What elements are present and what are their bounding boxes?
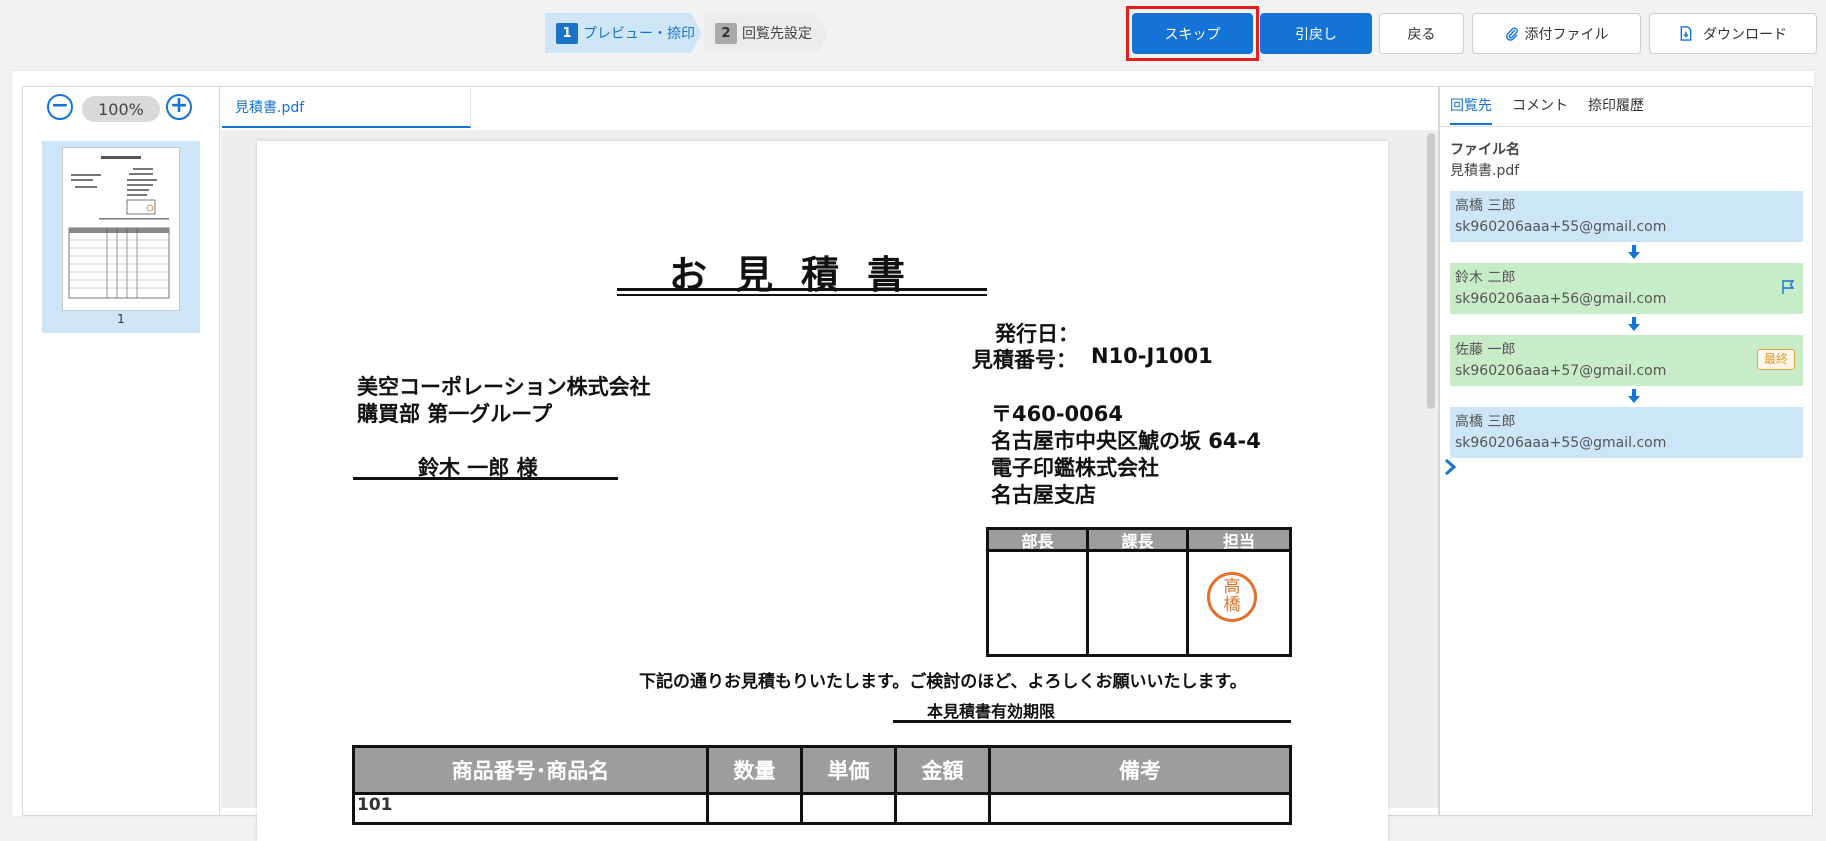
column-header-amount: 金額 <box>897 748 991 795</box>
estimate-number: N10-J1001 <box>1091 344 1213 368</box>
route-item[interactable]: 高橋 三郎 sk960206aaa+55@gmail.com <box>1450 191 1803 242</box>
file-name-value: 見積書.pdf <box>1450 163 1520 179</box>
table-cell <box>991 795 1289 822</box>
seal-stamp: 高 橋 <box>1207 572 1257 622</box>
page-thumbnail[interactable]: 1 <box>42 141 200 333</box>
title-underline-2 <box>617 294 987 296</box>
download-button[interactable]: ダウンロード <box>1649 13 1817 54</box>
table-cell <box>803 795 897 822</box>
seal-char: 橋 <box>1223 595 1241 615</box>
route-user-email: sk960206aaa+55@gmail.com <box>1455 435 1667 451</box>
arrow-down-icon <box>1626 388 1642 404</box>
step-label: 回覧先設定 <box>742 26 812 42</box>
table-cell: 101 <box>355 795 709 822</box>
route-user-email: sk960206aaa+57@gmail.com <box>1455 363 1667 379</box>
zoom-out-button[interactable]: − <box>47 94 73 120</box>
stamp-header-section-chief: 課長 <box>1089 530 1189 552</box>
minus-circle-icon: − <box>50 92 70 118</box>
zoom-in-button[interactable]: + <box>166 94 192 120</box>
validity-label: 本見積書有効期限 <box>927 702 1056 721</box>
column-header-item: 商品番号･商品名 <box>355 748 709 795</box>
stamp-header-person-in-charge: 担当 <box>1189 530 1289 552</box>
tab-stamp-history[interactable]: 捺印履歴 <box>1588 95 1644 123</box>
issuer-branch: 名古屋支店 <box>991 483 1096 507</box>
column-header-remarks: 備考 <box>991 748 1289 795</box>
recipient-underline <box>353 477 618 480</box>
paperclip-icon <box>1505 26 1518 41</box>
issuer-address: 名古屋市中央区鯱の坂 64-4 <box>991 429 1261 453</box>
table-cell <box>709 795 803 822</box>
route-item[interactable]: 高橋 三郎 sk960206aaa+55@gmail.com <box>1450 407 1803 458</box>
table-cell <box>897 795 991 822</box>
step-number: 2 <box>715 22 737 44</box>
flag-icon[interactable] <box>1780 279 1796 295</box>
thumbnail-image <box>62 147 180 311</box>
attach-file-button[interactable]: 添付ファイル <box>1472 13 1641 54</box>
download-file-icon <box>1680 26 1692 41</box>
arrow-down-icon <box>1626 316 1642 332</box>
pullback-button[interactable]: 引戻し <box>1260 13 1372 54</box>
route-user-name: 鈴木 二郎 <box>1455 270 1516 286</box>
route-item[interactable]: 鈴木 二郎 sk960206aaa+56@gmail.com <box>1450 263 1803 314</box>
zoom-level: 100% <box>82 96 160 122</box>
client-company: 美空コーポレーション株式会社 <box>357 375 651 399</box>
title-underline <box>617 288 987 291</box>
stamp-cell-person-in-charge[interactable]: 高 橋 <box>1189 552 1289 654</box>
column-header-quantity: 数量 <box>709 748 803 795</box>
thumbnail-preview <box>68 156 170 299</box>
step-route-settings[interactable]: 2 回覧先設定 <box>704 13 828 53</box>
step-label: プレビュー・捺印 <box>583 26 695 42</box>
plus-circle-icon: + <box>169 93 189 118</box>
step-preview-stamp[interactable]: 1 プレビュー・捺印 <box>545 13 702 53</box>
route-item[interactable]: 佐藤 一郎 sk960206aaa+57@gmail.com 最終 <box>1450 335 1803 386</box>
step-number: 1 <box>556 22 578 44</box>
stamp-header-manager: 部長 <box>989 530 1089 552</box>
thumbnail-page-number: 1 <box>117 312 125 326</box>
attach-file-label: 添付ファイル <box>1524 26 1609 43</box>
estimate-message: 下記の通りお見積もりいたします。ご検討のほど、よろしくお願いいたします。 <box>639 672 1247 692</box>
file-name-label: ファイル名 <box>1450 142 1520 158</box>
route-user-name: 佐藤 一郎 <box>1455 342 1516 358</box>
items-table: 商品番号･商品名 数量 単価 金額 備考 101 <box>352 745 1292 825</box>
viewer-scrollbar[interactable] <box>1427 133 1435 409</box>
stamp-cell-manager[interactable] <box>989 552 1089 654</box>
issuer-company: 電子印鑑株式会社 <box>991 456 1159 480</box>
route-user-email: sk960206aaa+55@gmail.com <box>1455 219 1667 235</box>
route-user-name: 高橋 三郎 <box>1455 198 1516 214</box>
tab-comments[interactable]: コメント <box>1512 95 1568 123</box>
file-tab[interactable]: 見積書.pdf <box>222 88 471 128</box>
column-header-unit-price: 単価 <box>803 748 897 795</box>
client-department: 購買部 第一グループ <box>357 402 553 426</box>
back-button[interactable]: 戻る <box>1379 13 1464 54</box>
skip-button[interactable]: スキップ <box>1132 13 1253 54</box>
download-label: ダウンロード <box>1703 26 1787 43</box>
stamp-cell-section-chief[interactable] <box>1089 552 1189 654</box>
tab-route[interactable]: 回覧先 <box>1450 95 1492 125</box>
final-badge: 最終 <box>1757 349 1795 370</box>
validity-underline <box>893 720 1291 723</box>
issuer-postal-code: 〒460-0064 <box>991 402 1123 426</box>
route-user-name: 高橋 三郎 <box>1455 414 1516 430</box>
approval-stamp-table: 部長 課長 担当 高 橋 <box>986 527 1292 657</box>
route-user-email: sk960206aaa+56@gmail.com <box>1455 291 1667 307</box>
tab-divider <box>1440 126 1812 127</box>
estimate-number-label: 見積番号： <box>972 348 1077 372</box>
arrow-down-icon <box>1626 244 1642 260</box>
chevron-right-icon[interactable] <box>1444 458 1457 481</box>
